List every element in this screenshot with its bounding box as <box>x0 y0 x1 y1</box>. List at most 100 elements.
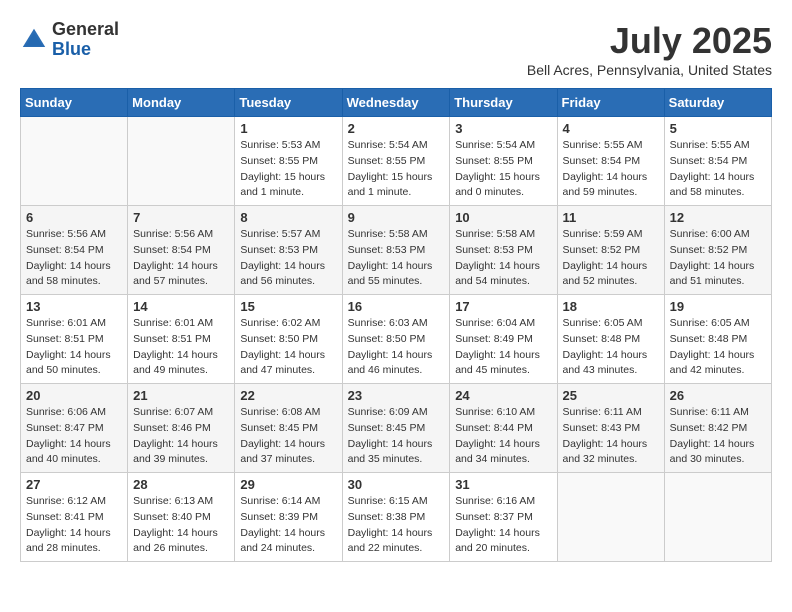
calendar-cell: 6Sunrise: 5:56 AMSunset: 8:54 PMDaylight… <box>21 206 128 295</box>
calendar-week-row: 1 Sunrise: 5:53 AMSunset: 8:55 PMDaylight… <box>21 117 772 206</box>
day-number: 5 <box>670 121 766 136</box>
day-info: Sunrise: 6:11 AMSunset: 8:43 PMDaylight:… <box>563 405 659 468</box>
sunrise-text: Sunrise: 6:15 AM <box>348 495 428 507</box>
sunset-text: Sunset: 8:54 PM <box>133 244 211 256</box>
weekday-header: Monday <box>128 89 235 117</box>
sunrise-text: Sunrise: 5:57 AM <box>240 228 320 240</box>
day-number: 17 <box>455 299 551 314</box>
day-info: Sunrise: 6:02 AM Sunset: 8:50 PM Daylight:… <box>240 316 336 379</box>
calendar-cell: 7Sunrise: 5:56 AMSunset: 8:54 PMDaylight… <box>128 206 235 295</box>
day-number: 8 <box>240 210 336 225</box>
daylight-text: Daylight: 14 hours and 39 minutes. <box>133 438 218 466</box>
sunset-text: Sunset: 8:51 PM <box>133 333 211 345</box>
sunset-text: Sunset: 8:50 PM <box>348 333 426 345</box>
calendar-cell: 20Sunrise: 6:06 AMSunset: 8:47 PMDayligh… <box>21 384 128 473</box>
calendar-cell: 17Sunrise: 6:04 AMSunset: 8:49 PMDayligh… <box>450 295 557 384</box>
sunrise-text: Sunrise: 5:56 AM <box>133 228 213 240</box>
logo-general: General <box>52 19 119 39</box>
calendar-cell: 9Sunrise: 5:58 AMSunset: 8:53 PMDaylight… <box>342 206 450 295</box>
sunset-text: Sunset: 8:45 PM <box>240 422 318 434</box>
daylight-text: Daylight: 14 hours and 26 minutes. <box>133 527 218 555</box>
day-number: 11 <box>563 210 659 225</box>
day-number: 6 <box>26 210 122 225</box>
sunset-text: Sunset: 8:49 PM <box>455 333 533 345</box>
day-number: 20 <box>26 388 122 403</box>
calendar-cell: 24Sunrise: 6:10 AMSunset: 8:44 PMDayligh… <box>450 384 557 473</box>
sunset-text: Sunset: 8:45 PM <box>348 422 426 434</box>
calendar-cell: 26Sunrise: 6:11 AMSunset: 8:42 PMDayligh… <box>664 384 771 473</box>
calendar-cell: 5Sunrise: 5:55 AMSunset: 8:54 PMDaylight… <box>664 117 771 206</box>
sunrise-text: Sunrise: 5:59 AM <box>563 228 643 240</box>
calendar-cell: 3 Sunrise: 5:54 AMSunset: 8:55 PMDaylight… <box>450 117 557 206</box>
day-number: 4 <box>563 121 659 136</box>
sunset-text: Sunset: 8:47 PM <box>26 422 104 434</box>
sunrise-text: Sunrise: 5:55 AM <box>670 139 750 151</box>
sunset-text: Sunset: 8:55 PM <box>240 155 318 167</box>
calendar-cell: 2Sunrise: 5:54 AMSunset: 8:55 PMDaylight… <box>342 117 450 206</box>
daylight-text: Daylight: 14 hours and 37 minutes. <box>240 438 325 466</box>
calendar-cell: 12Sunrise: 6:00 AMSunset: 8:52 PMDayligh… <box>664 206 771 295</box>
calendar-cell: 30Sunrise: 6:15 AMSunset: 8:38 PMDayligh… <box>342 473 450 562</box>
calendar-week-row: 20Sunrise: 6:06 AMSunset: 8:47 PMDayligh… <box>21 384 772 473</box>
sunset-text: Sunset: 8:40 PM <box>133 511 211 523</box>
sunset-text: Sunset: 8:43 PM <box>563 422 641 434</box>
calendar-cell: 22Sunrise: 6:08 AMSunset: 8:45 PMDayligh… <box>235 384 342 473</box>
sunrise-text: Sunrise: 6:11 AM <box>563 406 642 418</box>
daylight-text: Daylight: 15 hours and 1 minute. <box>240 171 325 199</box>
sunrise-text: Sunrise: 6:02 AM <box>240 317 320 329</box>
logo: General Blue <box>20 20 119 60</box>
day-number: 1 <box>240 121 336 136</box>
calendar-cell: 21Sunrise: 6:07 AMSunset: 8:46 PMDayligh… <box>128 384 235 473</box>
day-info: Sunrise: 5:55 AMSunset: 8:54 PMDaylight:… <box>563 138 659 201</box>
day-info: Sunrise: 5:56 AM Sunset: 8:54 PM Daylight:… <box>133 227 229 290</box>
calendar: SundayMondayTuesdayWednesdayThursdayFrid… <box>20 88 772 562</box>
sunset-text: Sunset: 8:50 PM <box>240 333 318 345</box>
sunset-text: Sunset: 8:54 PM <box>563 155 641 167</box>
day-number: 3 <box>455 121 551 136</box>
sunset-text: Sunset: 8:38 PM <box>348 511 426 523</box>
daylight-text: Daylight: 14 hours and 20 minutes. <box>455 527 540 555</box>
sunset-text: Sunset: 8:54 PM <box>670 155 748 167</box>
sunrise-text: Sunrise: 6:10 AM <box>455 406 535 418</box>
weekday-header: Thursday <box>450 89 557 117</box>
day-info: Sunrise: 6:10 AMSunset: 8:44 PMDaylight:… <box>455 405 551 468</box>
calendar-cell: 29Sunrise: 6:14 AMSunset: 8:39 PMDayligh… <box>235 473 342 562</box>
location: Bell Acres, Pennsylvania, United States <box>527 62 772 78</box>
day-info: Sunrise: 6:01 AMSunset: 8:51 PMDaylight:… <box>133 316 229 379</box>
sunrise-text: Sunrise: 5:56 AM <box>26 228 106 240</box>
weekday-header: Tuesday <box>235 89 342 117</box>
day-info: Sunrise: 6:03 AMSunset: 8:50 PMDaylight:… <box>348 316 445 379</box>
day-info: Sunrise: 5:57 AMSunset: 8:53 PMDaylight:… <box>240 227 336 290</box>
calendar-cell: 28Sunrise: 6:13 AMSunset: 8:40 PMDayligh… <box>128 473 235 562</box>
sunset-text: Sunset: 8:48 PM <box>670 333 748 345</box>
day-info: Sunrise: 6:05 AMSunset: 8:48 PMDaylight:… <box>670 316 766 379</box>
logo-blue: Blue <box>52 39 91 59</box>
calendar-cell <box>21 117 128 206</box>
calendar-cell <box>128 117 235 206</box>
calendar-cell: 23Sunrise: 6:09 AMSunset: 8:45 PMDayligh… <box>342 384 450 473</box>
daylight-text: Daylight: 14 hours and 51 minutes. <box>670 260 755 288</box>
sunrise-text: Sunrise: 5:54 AM <box>455 139 535 151</box>
day-info: Sunrise: 5:54 AMSunset: 8:55 PMDaylight:… <box>455 138 551 201</box>
sunrise-text: Sunrise: 6:08 AM <box>240 406 320 418</box>
day-info: Sunrise: 5:54 AMSunset: 8:55 PMDaylight:… <box>348 138 445 201</box>
sunrise-text: Sunrise: 6:04 AM <box>455 317 535 329</box>
sunrise-text: Sunrise: 6:16 AM <box>455 495 535 507</box>
day-info: Sunrise: 5:53 AMSunset: 8:55 PMDaylight:… <box>240 138 336 201</box>
daylight-text: Daylight: 14 hours and 34 minutes. <box>455 438 540 466</box>
calendar-week-row: 13Sunrise: 6:01 AMSunset: 8:51 PMDayligh… <box>21 295 772 384</box>
weekday-header: Saturday <box>664 89 771 117</box>
calendar-cell: 25Sunrise: 6:11 AMSunset: 8:43 PMDayligh… <box>557 384 664 473</box>
sunrise-text: Sunrise: 6:00 AM <box>670 228 750 240</box>
calendar-cell <box>557 473 664 562</box>
day-number: 10 <box>455 210 551 225</box>
daylight-text: Daylight: 14 hours and 50 minutes. <box>26 349 111 377</box>
day-number: 12 <box>670 210 766 225</box>
daylight-text: Daylight: 14 hours and 47 minutes. <box>240 349 325 377</box>
day-info: Sunrise: 6:08 AM Sunset: 8:45 PM Daylight:… <box>240 405 336 468</box>
sunrise-text: Sunrise: 5:58 AM <box>455 228 535 240</box>
daylight-text: Daylight: 14 hours and 57 minutes. <box>133 260 218 288</box>
daylight-text: Daylight: 14 hours and 22 minutes. <box>348 527 433 555</box>
sunrise-text: Sunrise: 6:12 AM <box>26 495 106 507</box>
sunrise-text: Sunrise: 6:05 AM <box>670 317 750 329</box>
